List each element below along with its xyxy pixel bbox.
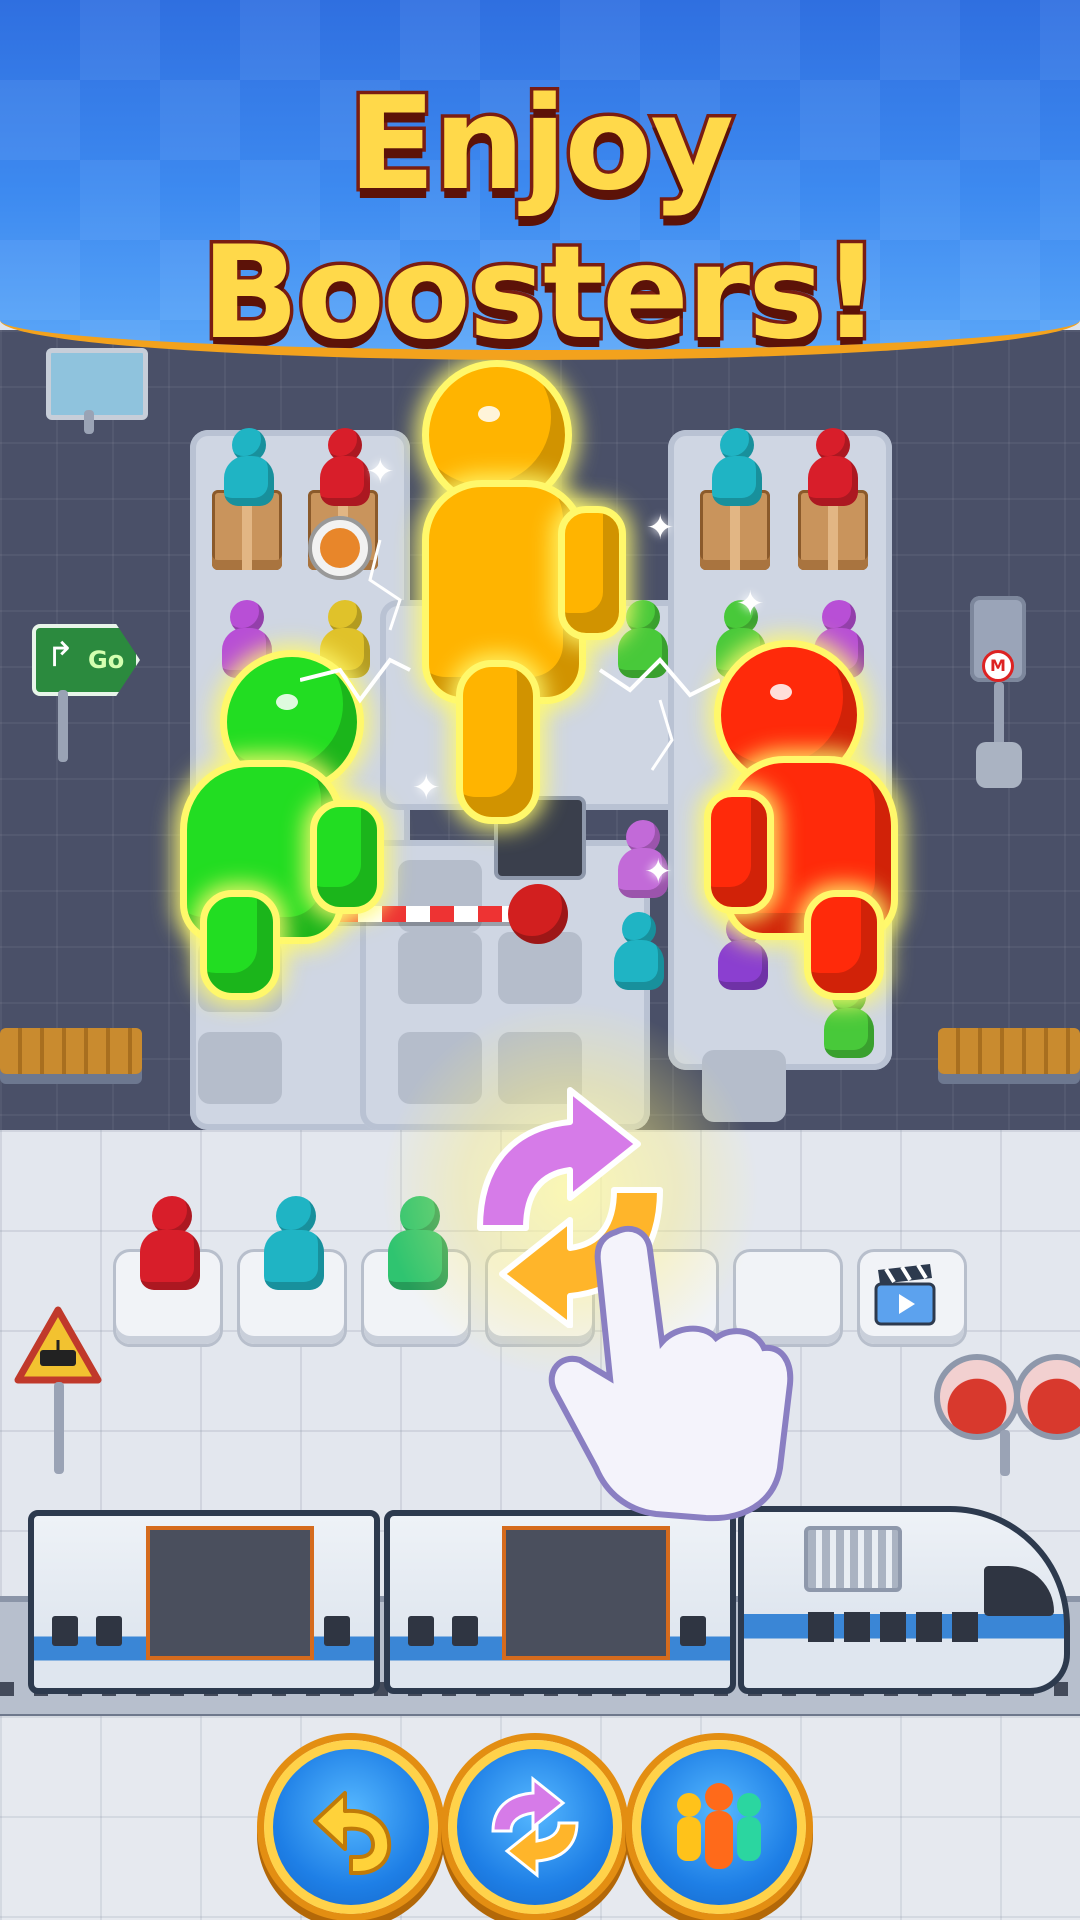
sparkle-icon: ✦ [736,584,765,624]
passenger-cyan[interactable] [706,428,768,510]
locomotive-windshield [984,1566,1054,1616]
shuffle-booster-button[interactable] [448,1740,622,1914]
warning-sign-pole [54,1382,64,1474]
swap-arrows-icon [491,1775,579,1879]
metro-logo: M [982,650,1014,682]
passenger-cyan[interactable] [608,912,670,994]
lightning-effect [300,539,720,771]
map-board-stand [84,410,94,434]
train-door [146,1526,314,1660]
undo-booster-button[interactable] [264,1740,438,1914]
go-sign-label: Go [88,646,125,674]
train-window [408,1616,434,1646]
tram-warning-sign [14,1306,102,1384]
undo-arrow-icon [313,1791,392,1875]
hero-red[interactable] [704,640,914,1000]
banner-title: Enjoy Boosters! [198,67,884,360]
bench-left [0,1028,142,1074]
pointing-hand-icon [548,1225,794,1522]
locomotive-windows [808,1612,978,1642]
train-window [324,1616,350,1646]
train-car-1 [28,1510,380,1694]
grid-slot[interactable] [398,932,482,1004]
signal-lamp [934,1354,1020,1440]
go-sign-pole [58,690,68,762]
passenger-crimson[interactable] [802,428,864,510]
train-window [96,1616,122,1646]
train-locomotive [738,1506,1070,1694]
bench-right [938,1028,1080,1074]
clapperboard-video-icon[interactable] [872,1262,938,1328]
metro-sign-base [976,742,1022,788]
metro-sign: M [970,596,1026,682]
turn-right-arrow-icon: ↱ [46,635,75,675]
train-car-2 [384,1510,736,1694]
grid-slot[interactable] [198,1032,282,1104]
train-door [502,1526,670,1660]
locomotive-grill [804,1526,902,1592]
signal-lamp-pole [1000,1430,1010,1476]
sparkle-icon: ✦ [366,452,395,492]
crowd-booster-button[interactable] [632,1740,806,1914]
train-window [452,1616,478,1646]
metro-sign-pole [994,682,1004,746]
barrier-knob[interactable] [508,884,568,944]
sparkle-icon: ✦ [644,852,673,892]
people-group-icon [677,1783,761,1869]
train-window [680,1616,706,1646]
top-banner: Enjoy Boosters! [0,0,1080,360]
passenger-cyan[interactable] [218,428,280,510]
queued-passenger-cyan[interactable] [258,1196,334,1296]
queued-passenger-red[interactable] [134,1196,210,1296]
train-window [52,1616,78,1646]
station-map-board [46,348,148,420]
